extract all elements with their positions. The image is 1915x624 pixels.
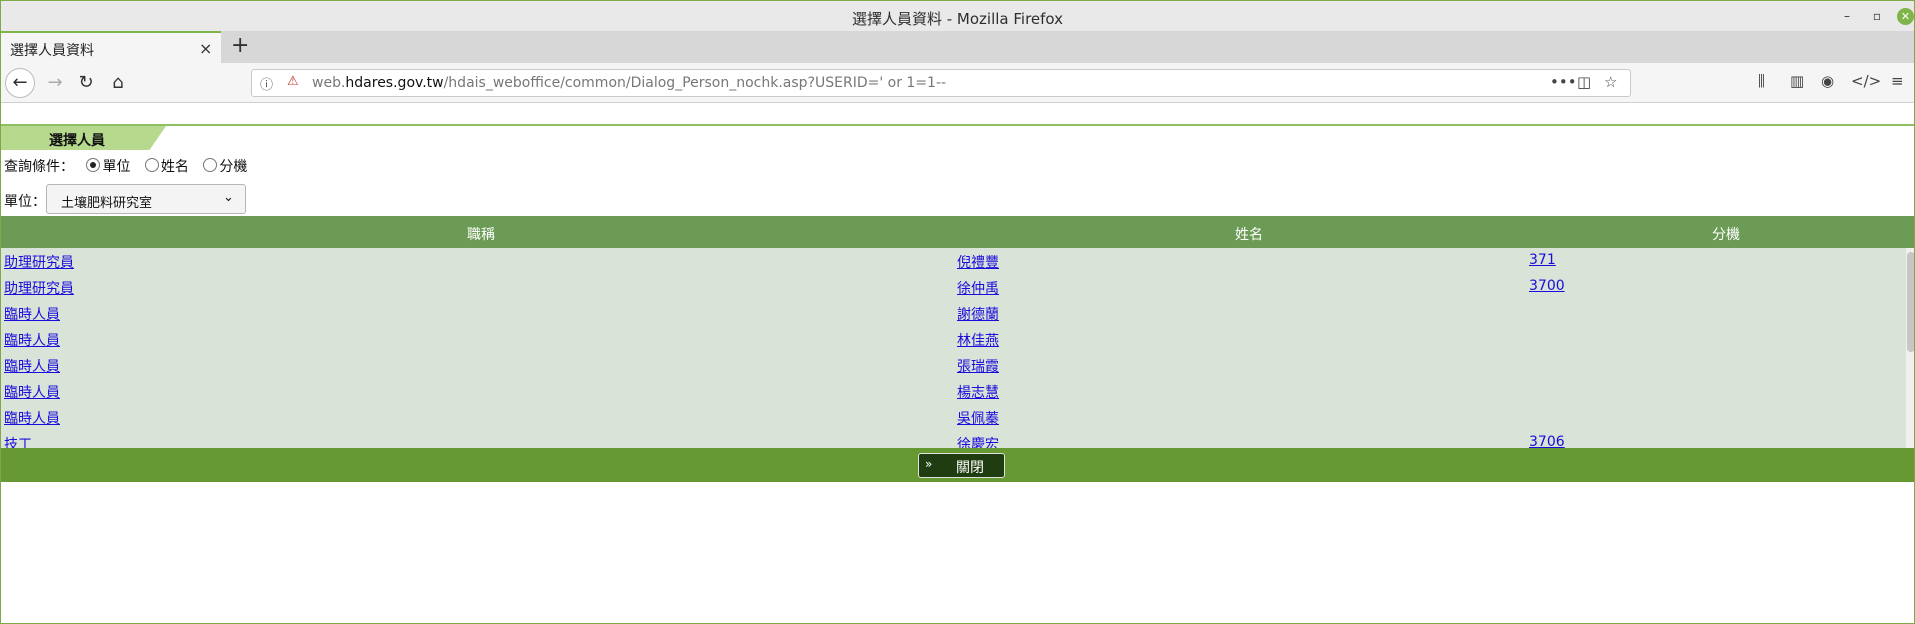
nav-bar: ← → ↻ ⌂ ⓘ ⚠ web.hdares.gov.tw/hdais_webo…: [1, 63, 1914, 103]
sidebar-icon[interactable]: ▥: [1790, 72, 1804, 90]
row-name-link[interactable]: 楊志慧: [957, 382, 999, 402]
new-tab-icon[interactable]: +: [231, 33, 249, 58]
radio-name-label[interactable]: 姓名: [161, 159, 189, 175]
header-name: 姓名: [1235, 227, 1263, 243]
forward-icon[interactable]: →: [41, 69, 69, 97]
info-icon[interactable]: ⓘ: [260, 74, 273, 93]
row-title-link[interactable]: 臨時人員: [4, 330, 60, 350]
url-bar[interactable]: ⓘ ⚠ web.hdares.gov.tw/hdais_weboffice/co…: [251, 69, 1631, 97]
row-name-link[interactable]: 林佳燕: [957, 330, 999, 350]
row-title-link[interactable]: 臨時人員: [4, 356, 60, 376]
query-label: 查詢條件：: [4, 159, 74, 175]
radio-ext[interactable]: [203, 158, 218, 172]
page-actions-icon[interactable]: •••: [1550, 73, 1577, 91]
browser-window: 選擇人員資料 - Mozilla Firefox – ▫ ✕ 選擇人員資料 × …: [0, 0, 1915, 624]
title-bar: 選擇人員資料 - Mozilla Firefox – ▫ ✕: [1, 1, 1914, 33]
row-name-link[interactable]: 徐慶宏: [957, 434, 999, 448]
page-content: 選擇人員 查詢條件： 單位 姓名 分機 單位： 土壤肥料研究室 ⌄ 職稱 姓名 …: [1, 104, 1914, 623]
tab-close-icon[interactable]: ×: [199, 39, 212, 58]
row-name-link[interactable]: 謝德蘭: [957, 304, 999, 324]
window-title: 選擇人員資料 - Mozilla Firefox: [851, 10, 1064, 28]
table-row: 臨時人員 張瑞霞: [1, 352, 1906, 378]
url-text[interactable]: web.hdares.gov.tw/hdais_weboffice/common…: [312, 75, 946, 91]
row-title-link[interactable]: 技工: [4, 434, 32, 448]
unit-select[interactable]: 土壤肥料研究室 ⌄: [46, 184, 246, 214]
top-divider: [1, 124, 1914, 126]
close-button-label: 關閉: [956, 460, 984, 476]
bookmark-star-icon[interactable]: ☆: [1604, 73, 1617, 91]
url-host: hdares.gov.tw: [345, 75, 444, 91]
section-title: 選擇人員: [49, 133, 105, 149]
grid-body: 助理研究員 倪禮豐 371 助理研究員 徐仲禹 3700 臨時人員 謝德蘭 臨時…: [1, 248, 1906, 448]
radio-ext-label[interactable]: 分機: [219, 159, 247, 175]
grid-header: 職稱 姓名 分機: [1, 216, 1914, 248]
table-row: 臨時人員 吳佩蓁: [1, 404, 1906, 430]
footer-bar: » 關閉: [1, 448, 1914, 482]
row-name-link[interactable]: 倪禮豐: [957, 252, 999, 272]
table-row: 助理研究員 徐仲禹 3700: [1, 274, 1906, 300]
row-title-link[interactable]: 臨時人員: [4, 408, 60, 428]
double-chevron-icon: »: [925, 457, 933, 471]
unit-select-value: 土壤肥料研究室: [61, 196, 153, 211]
grid-scrollbar[interactable]: [1906, 248, 1914, 448]
row-title-link[interactable]: 臨時人員: [4, 304, 60, 324]
query-conditions: 查詢條件： 單位 姓名 分機: [4, 156, 249, 176]
maximize-icon[interactable]: ▫: [1869, 8, 1885, 24]
row-name-link[interactable]: 張瑞霞: [957, 356, 999, 376]
table-row: 臨時人員 林佳燕: [1, 326, 1906, 352]
row-name-link[interactable]: 徐仲禹: [957, 278, 999, 298]
header-title: 職稱: [467, 227, 495, 243]
row-title-link[interactable]: 臨時人員: [4, 382, 60, 402]
scrollbar-thumb[interactable]: [1907, 252, 1914, 352]
tab-active[interactable]: 選擇人員資料 ×: [1, 31, 221, 63]
row-title-link[interactable]: 助理研究員: [4, 252, 74, 272]
radio-name[interactable]: [144, 158, 159, 172]
tab-strip: 選擇人員資料 × +: [1, 31, 1914, 63]
url-path: /hdais_weboffice/common/Dialog_Person_no…: [443, 75, 947, 91]
close-button[interactable]: » 關閉: [918, 453, 1005, 478]
library-icon[interactable]: ⫼: [1758, 72, 1765, 90]
minimize-icon[interactable]: –: [1839, 8, 1855, 24]
row-title-link[interactable]: 助理研究員: [4, 278, 74, 298]
unit-label: 單位：: [4, 194, 46, 210]
account-icon[interactable]: ◉: [1821, 72, 1834, 90]
row-ext-link[interactable]: 371: [1529, 252, 1556, 268]
menu-icon[interactable]: ≡: [1891, 72, 1904, 90]
row-name-link[interactable]: 吳佩蓁: [957, 408, 999, 428]
radio-unit-label[interactable]: 單位: [102, 159, 130, 175]
back-icon[interactable]: ←: [5, 68, 35, 98]
tab-title: 選擇人員資料: [10, 43, 94, 59]
developer-icon[interactable]: </>: [1851, 72, 1881, 90]
insecure-connection-icon[interactable]: ⚠: [287, 74, 299, 89]
header-ext: 分機: [1712, 227, 1740, 243]
table-row: 技工 徐慶宏 3706: [1, 430, 1906, 448]
row-ext-link[interactable]: 3700: [1529, 278, 1565, 294]
pocket-icon[interactable]: ◫: [1577, 73, 1591, 91]
row-ext-link[interactable]: 3706: [1529, 434, 1565, 448]
table-row: 臨時人員 謝德蘭: [1, 300, 1906, 326]
url-prefix: web.: [312, 75, 346, 91]
table-row: 臨時人員 楊志慧: [1, 378, 1906, 404]
window-close-icon[interactable]: ✕: [1897, 8, 1914, 25]
home-icon[interactable]: ⌂: [104, 69, 132, 97]
table-row: 助理研究員 倪禮豐 371: [1, 248, 1906, 274]
section-tab: 選擇人員: [1, 126, 166, 150]
radio-unit[interactable]: [86, 158, 101, 172]
chevron-down-icon: ⌄: [223, 190, 234, 205]
reload-icon[interactable]: ↻: [72, 69, 100, 97]
